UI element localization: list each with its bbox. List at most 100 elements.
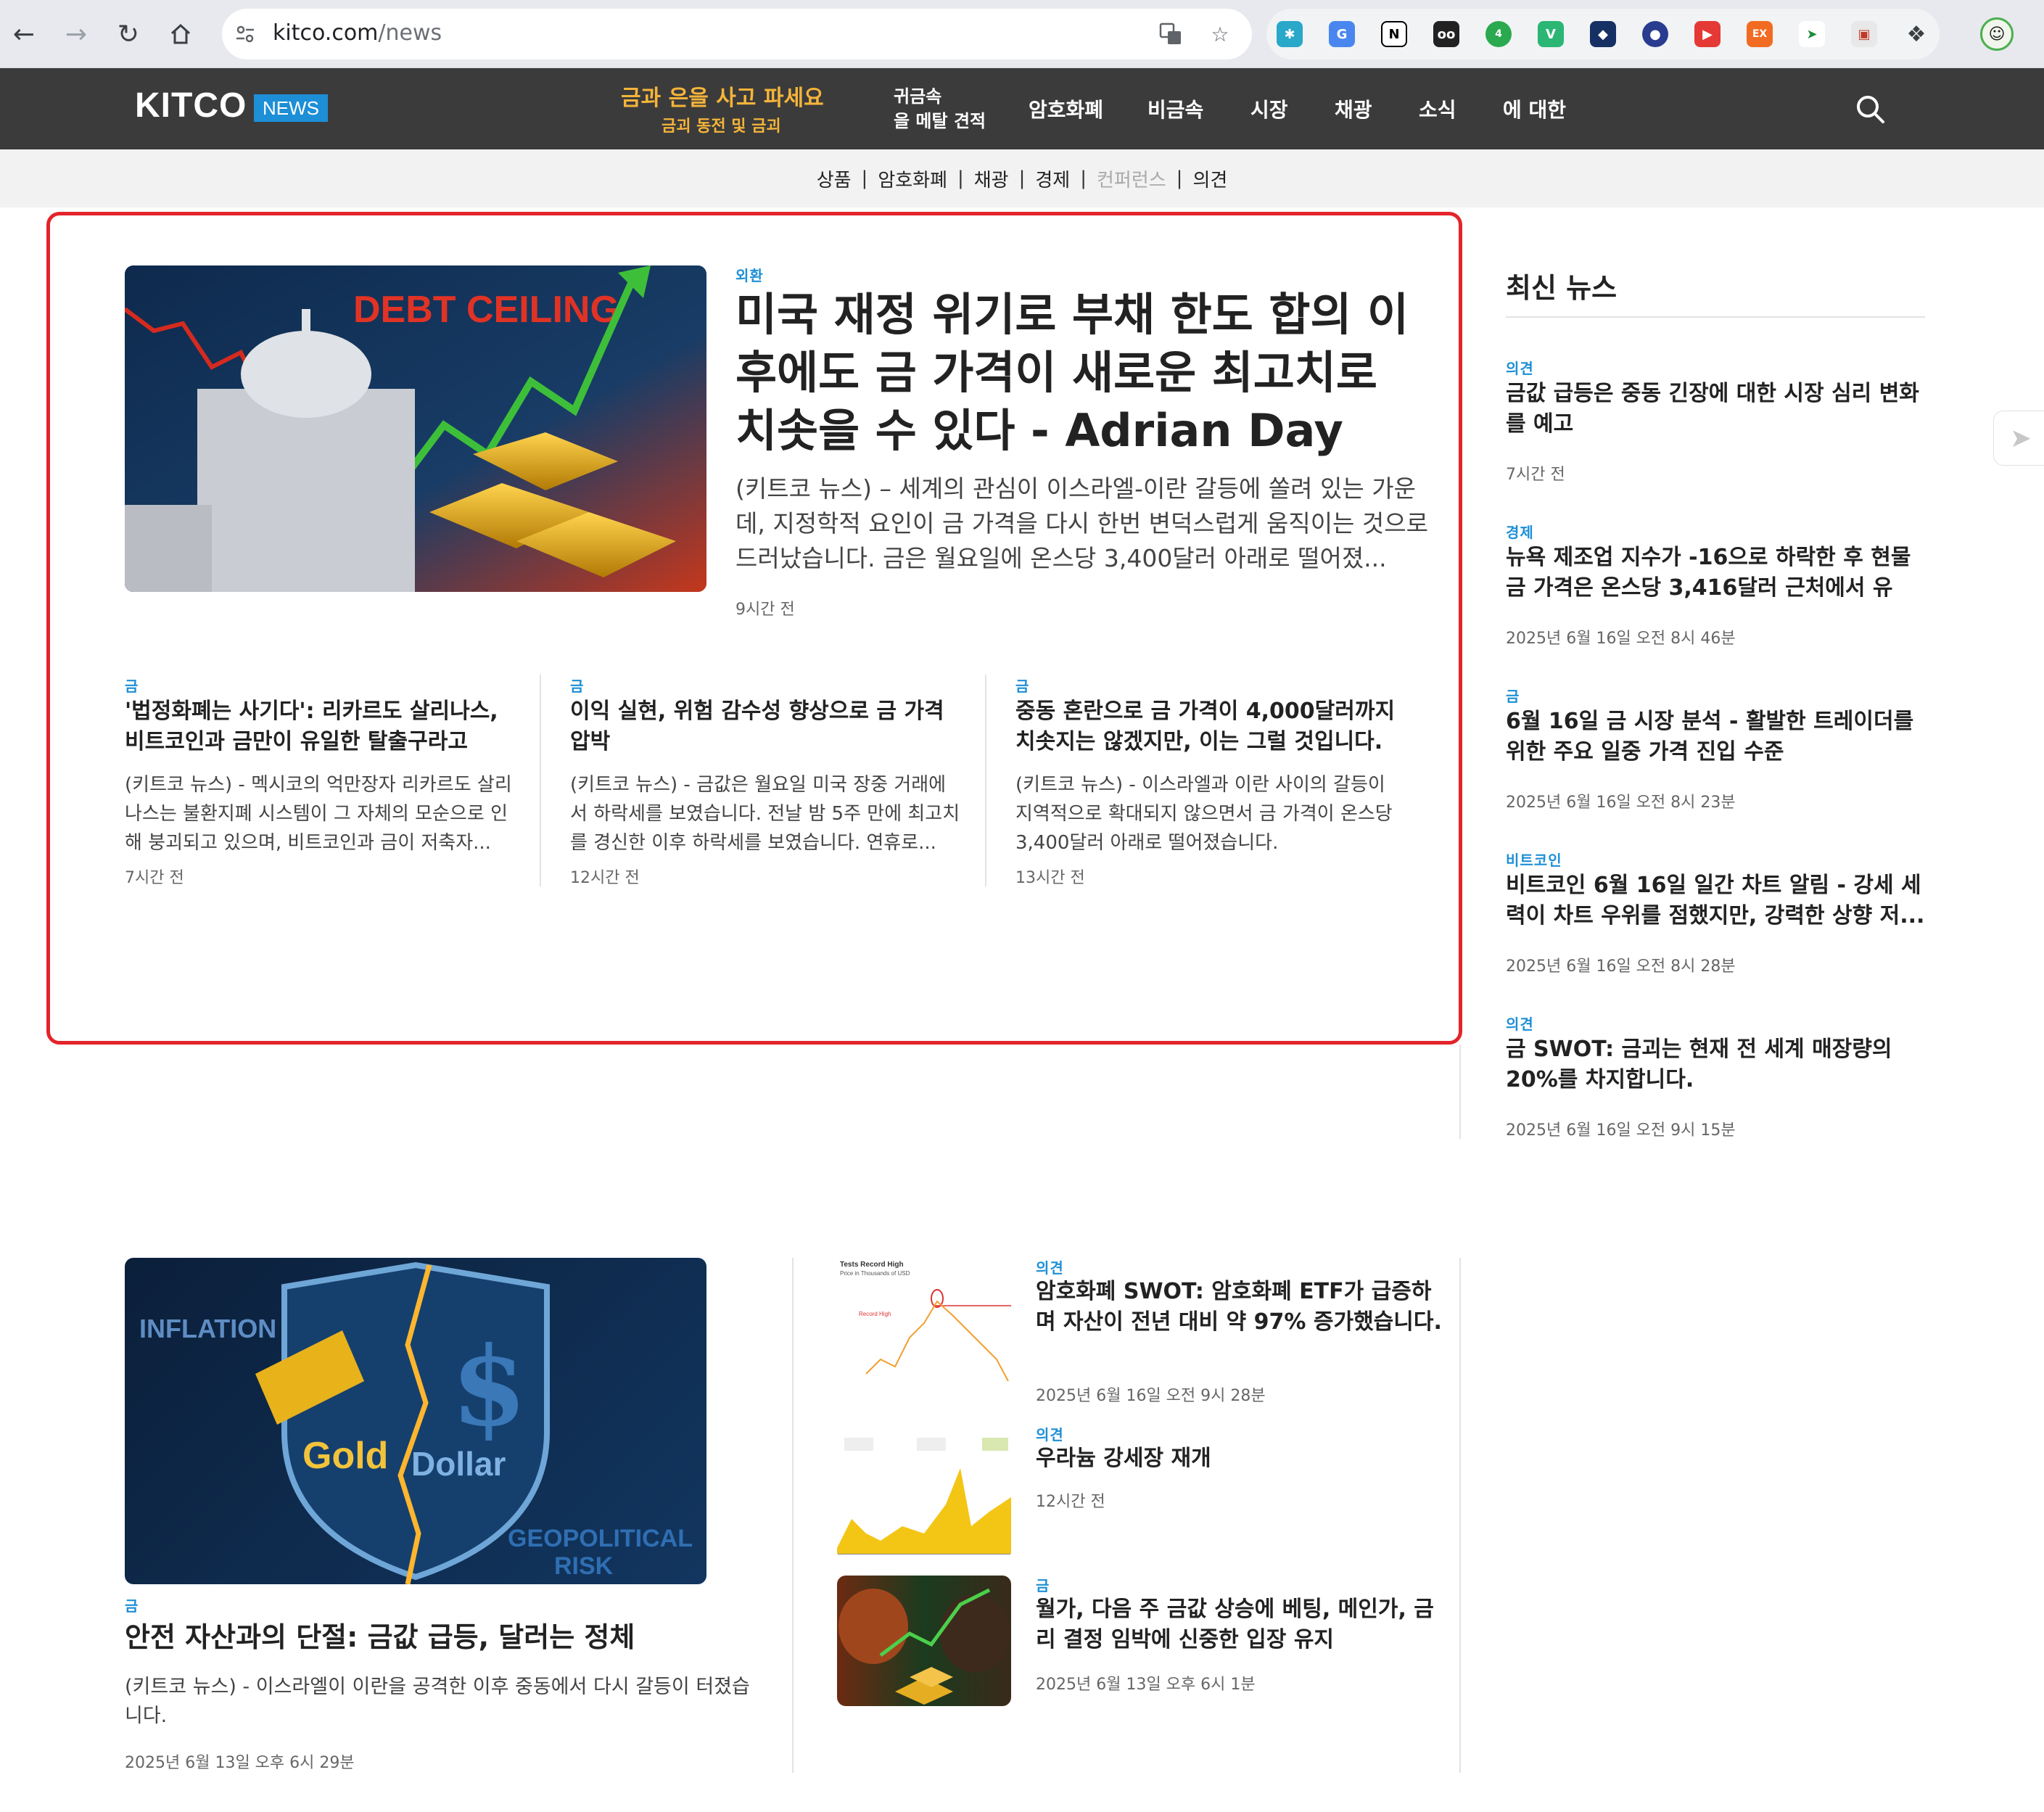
rocket-icon[interactable]: ➤ [1799,21,1825,47]
bookmark-star-icon[interactable]: ☆ [1207,21,1233,47]
window-extension-icon[interactable]: ▣ [1851,21,1877,47]
shield-extension-icon[interactable]: 4 [1485,21,1512,47]
list-item-category[interactable]: 금 [1036,1574,1050,1595]
sidebar-item-time: 2025년 6월 16일 오전 9시 15분 [1506,1121,1736,1140]
sub-article-title[interactable]: '법정화폐는 사기다': 리카르도 살리나스, 비트코인과 금만이 유일한 탈출… [125,696,516,757]
address-bar[interactable]: kitco.com/news ☆ [222,9,1252,59]
sidebar-item-category[interactable]: 비트코인 [1506,849,1562,870]
list-item-title[interactable]: 월가, 다음 주 금값 상승에 베팅, 메인가, 금리 결정 임박에 신중한 입… [1036,1594,1442,1655]
sidebar-divider [1459,1045,1461,1139]
google-translate-icon[interactable]: G [1329,21,1355,47]
sidebar-item-title[interactable]: 비트코인 6월 16일 일간 차트 알림 - 강세 세력이 차트 우위를 점했지… [1506,870,1934,931]
ex-extension-icon[interactable]: EX [1747,21,1773,47]
notion-icon[interactable]: N [1381,21,1407,47]
list-item-title[interactable]: 암호화폐 SWOT: 암호화폐 ETF가 급증하며 자산이 전년 대비 약 97… [1036,1277,1442,1338]
extension-globe-icon[interactable]: ● [1642,21,1668,47]
second-featured-title[interactable]: 안전 자산과의 단절: 금값 급등, 달러는 정체 [125,1622,720,1652]
sub-article-category[interactable]: 금 [570,675,584,696]
sub-article-time: 12시간 전 [570,869,640,887]
profile-avatar[interactable]: ☺ [1980,17,2014,51]
sub-article-title[interactable]: 중동 혼란으로 금 가격이 4,000달러까지 치솟지는 않겠지만, 이는 그럴… [1015,696,1407,757]
subnav-conferences[interactable]: 컨퍼런스 [1097,165,1166,192]
sub-article-title[interactable]: 이익 실현, 위험 감수성 향상으로 금 가격 압박 [570,696,962,757]
sidebar-item-category[interactable]: 의견 [1506,1013,1534,1034]
sidebar-item-title[interactable]: 6월 16일 금 시장 분석 - 활발한 트레이더를 위한 주요 일중 가격 진… [1506,707,1934,767]
sidebar-item-title[interactable]: 금값 급등은 중동 긴장에 대한 시장 심리 변화를 예고 [1506,379,1934,440]
sub-article-snippet: (키트코 뉴스) - 이스라엘과 이란 사이의 갈등이 지역적으로 확대되지 않… [1015,774,1393,854]
featured-title[interactable]: 미국 재정 위기로 부채 한도 합의 이후에도 금 가격이 새로운 최고치로 치… [735,286,1432,460]
floating-rocket-button[interactable]: ➤ [1993,411,2044,466]
bull-bear-thumbnail[interactable] [837,1576,1011,1706]
list-item-category[interactable]: 의견 [1036,1256,1064,1277]
kitco-logo[interactable]: KITCO [135,86,247,125]
svg-text:Tests Record High: Tests Record High [840,1261,904,1269]
subnav-crypto[interactable]: 암호화폐 [878,165,947,192]
sidebar-item-category[interactable]: 경제 [1506,521,1534,542]
list-item-time: 2025년 6월 13일 오후 6시 1분 [1036,1676,1256,1694]
forward-icon[interactable]: → [58,16,94,52]
sidebar-item-category[interactable]: 의견 [1506,357,1534,378]
featured-time: 9시간 전 [735,601,795,619]
sidebar-item-time: 2025년 6월 16일 오전 8시 23분 [1506,794,1736,812]
sub-article-time: 13시간 전 [1015,869,1085,887]
subnav-commodities[interactable]: 상품 [817,165,852,192]
site-info-icon[interactable] [232,21,258,47]
uranium-thumbnail[interactable] [837,1425,1011,1555]
column-divider [985,675,986,886]
sidebar-item-time: 7시간 전 [1506,466,1565,484]
second-featured-category[interactable]: 금 [125,1594,139,1615]
extension-icon[interactable]: ✱ [1277,21,1303,47]
second-featured-time: 2025년 6월 13일 오후 6시 29분 [125,1754,355,1772]
extension-cube-icon[interactable]: ◆ [1590,21,1616,47]
subnav-economy[interactable]: 경제 [1035,165,1070,192]
menu-news[interactable]: 소식 [1419,68,1456,149]
play-icon[interactable]: ▶ [1694,21,1720,47]
debt-ceiling-label: DEBT CEILING [353,289,619,331]
second-featured-image[interactable]: $ INFLATION Gold Dollar GEOPOLITICAL RIS… [125,1258,706,1584]
inflation-label: INFLATION [139,1314,276,1343]
extensions-puzzle-icon[interactable]: ❖ [1903,21,1929,47]
sidebar-item-time: 2025년 6월 16일 오전 8시 28분 [1506,958,1736,976]
sidebar-item-category[interactable]: 금 [1506,685,1520,706]
menu-label: 을 메탈 견적 [894,111,986,131]
extensions-bar: ✱ G N oo 4 V ◆ ● ▶ EX ➤ ▣ ❖ [1266,9,1940,59]
sub-article-snippet: (키트코 뉴스) - 멕시코의 억만장자 리카르도 살리나스는 불환지폐 시스템… [125,774,512,854]
svg-text:Price in Thousands of USD: Price in Thousands of USD [840,1270,910,1277]
featured-category[interactable]: 외환 [735,264,764,285]
menu-precious-metals[interactable]: 귀금속 을 메탈 견적 [894,68,986,149]
search-icon[interactable] [1854,93,1886,125]
crypto-swot-thumbnail[interactable]: Tests Record High Price in Thousands of … [837,1258,1011,1388]
translate-icon[interactable] [1158,21,1184,47]
sidebar-item-title[interactable]: 뉴욕 제조업 지수가 -16으로 하락한 후 현물 금 가격은 온스당 3,41… [1506,543,1934,604]
sub-article-snippet: (키트코 뉴스) - 금값은 월요일 미국 장중 거래에서 하락세를 보였습니다… [570,774,960,854]
menu-mining[interactable]: 채광 [1335,68,1372,149]
reload-icon[interactable]: ↻ [110,16,147,52]
column-divider [1459,1258,1461,1773]
home-icon[interactable] [162,16,199,52]
featured-image[interactable]: DEBT CEILING [125,265,706,592]
list-item-category[interactable]: 의견 [1036,1423,1064,1444]
sub-article-category[interactable]: 금 [1015,675,1029,696]
sub-article-time: 7시간 전 [125,869,184,887]
promo-title[interactable]: 금과 은을 사고 파세요 [621,80,824,112]
vuejs-devtools-icon[interactable]: V [1538,21,1564,47]
sidebar-rule [1506,316,1925,318]
risk-label: RISK [554,1552,614,1580]
subnav-opinion[interactable]: 의견 [1192,165,1227,192]
url-text[interactable]: kitco.com/news [273,20,442,46]
list-item-title[interactable]: 우라늄 강세장 재개 [1036,1444,1442,1474]
back-icon[interactable]: ← [6,16,42,52]
column-divider [540,675,541,886]
menu-base-metals[interactable]: 비금속 [1147,68,1203,149]
menu-crypto[interactable]: 암호화폐 [1029,68,1103,149]
menu-markets[interactable]: 시장 [1250,68,1288,149]
subnav-mining[interactable]: 채광 [974,165,1009,192]
sidebar-item-time: 2025년 6월 16일 오전 8시 46분 [1506,630,1736,648]
news-tag[interactable]: NEWS [254,94,328,122]
menu-about[interactable]: 에 대한 [1503,68,1566,149]
sidebar-item-title[interactable]: 금 SWOT: 금괴는 현재 전 세계 매장량의 20%를 차지합니다. [1506,1034,1934,1095]
glasses-icon[interactable]: oo [1433,21,1459,47]
second-featured-lede: (키트코 뉴스) - 이스라엘이 이란을 공격한 이후 중동에서 다시 갈등이 … [125,1676,750,1727]
promo-subtitle[interactable]: 금괴 동전 및 금괴 [662,113,781,136]
sub-article-category[interactable]: 금 [125,675,139,696]
